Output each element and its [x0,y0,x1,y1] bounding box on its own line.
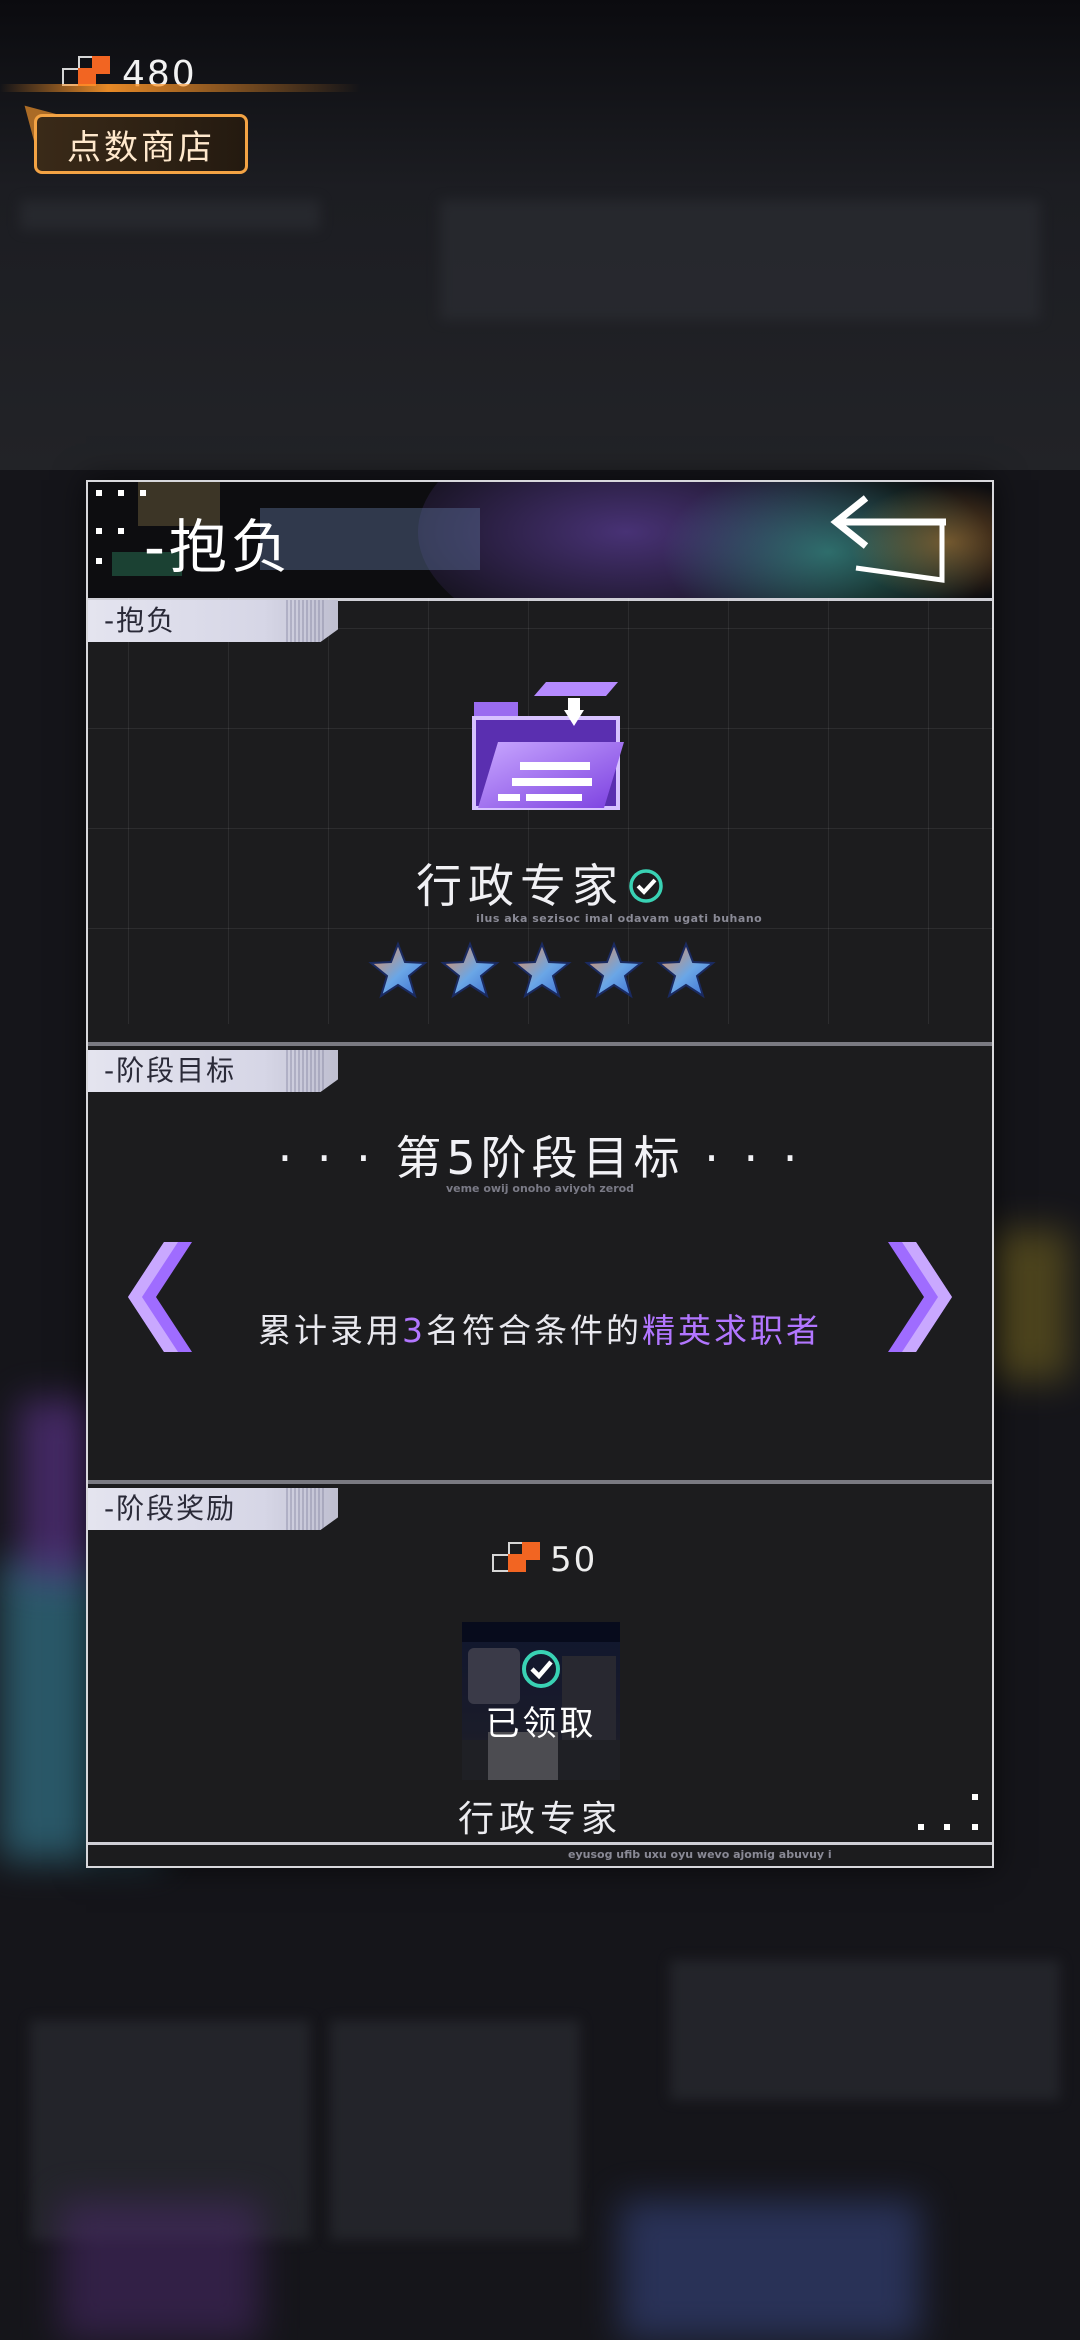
back-arrow-icon[interactable] [826,490,956,590]
reward-card[interactable]: 已领取 [462,1622,620,1780]
section-divider [88,1480,992,1484]
career-name: 行政专家 [416,859,624,913]
point-shop-button[interactable]: 点数商店 [34,114,248,174]
career-name-row: 行政专家 [88,850,992,916]
stage-title: · · · 第5阶段目标 · · · [277,1131,803,1185]
footer-text: eyusog ufib uxu oyu wevo ajomig abuvuy i [568,1848,832,1861]
shop-glow [0,84,360,92]
stage-subtitle: veme owij onoho aviyoh zerod [445,1182,635,1195]
points-icon [492,1542,542,1578]
star-icon [512,941,572,999]
folder-icon [472,682,624,810]
section-tag-ambition: -抱负 [88,600,338,642]
star-icon [368,941,428,999]
star-icon [656,941,716,999]
section-tag-stage-goal: -阶段目标 [88,1050,338,1092]
goal-description: 累计录用3名符合条件的精英求职者 [88,1304,992,1352]
star-icon [440,941,500,999]
panel-title: -抱负 [144,513,293,581]
goal-count: 3 [402,1311,426,1350]
star-icon [584,941,644,999]
goal-prefix: 累计录用 [258,1311,402,1350]
corner-dots [918,1794,988,1840]
goal-highlight: 精英求职者 [642,1311,822,1350]
reward-points-value: 50 [550,1540,598,1580]
career-subtitle: ilus aka sezisoc imal odavam ugati buhan… [476,912,763,925]
section-divider [88,1042,992,1046]
reward-name: 行政专家 [457,1799,622,1840]
section-tag-reward: -阶段奖励 [88,1488,338,1530]
star-rating [368,940,716,1000]
check-circle-icon [522,1650,560,1688]
panel-header: -抱负 [88,482,992,601]
goal-middle: 名符合条件的 [426,1311,642,1350]
ambition-panel: -抱负 -抱负 行政专家 ilus aka sezisoc imal odava… [86,480,994,1868]
reward-points: 50 [492,1540,597,1580]
claimed-label: 已领取 [485,1704,597,1744]
footer-divider [88,1842,992,1845]
check-circle-icon [629,869,663,903]
